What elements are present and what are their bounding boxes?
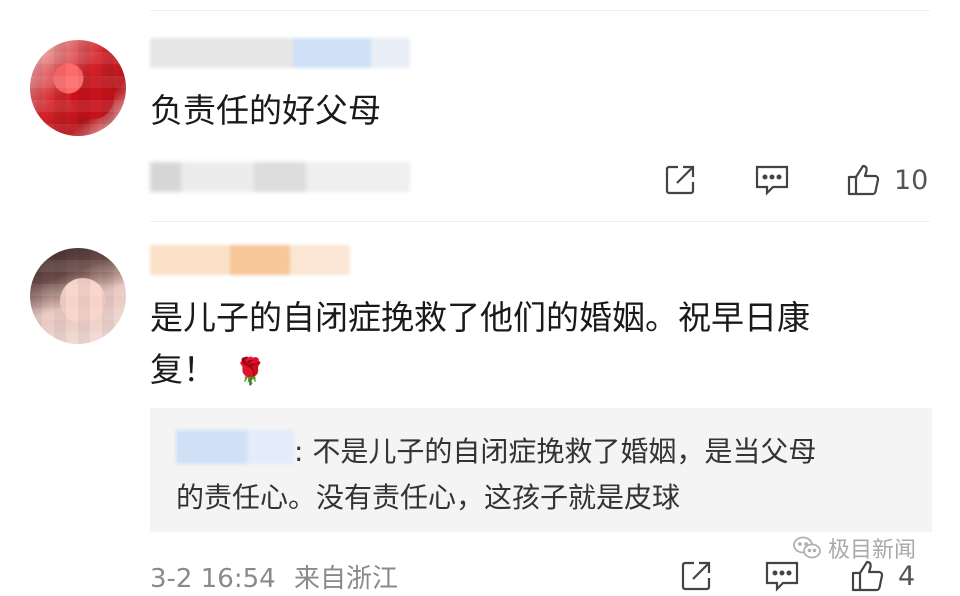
comment-icon[interactable]	[752, 160, 792, 200]
comment-actions: 10	[660, 160, 928, 200]
reply-username-blurred[interactable]	[176, 430, 294, 464]
timestamp: 3-2 16:54	[150, 564, 276, 594]
avatar[interactable]	[30, 40, 126, 136]
comment-text-line2: 复！ 🌹	[150, 345, 266, 397]
comment-actions: 4	[676, 556, 915, 596]
rose-emoji: 🌹	[234, 356, 267, 387]
comment-text: 负责任的好父母	[150, 91, 381, 130]
reply-text: : 不是儿子的自闭症挽救了婚姻，是当父母	[294, 435, 817, 468]
comment-icon[interactable]	[762, 556, 802, 596]
like-count: 4	[898, 560, 916, 592]
like-count: 10	[894, 164, 929, 196]
comment-meta: 3-2 16:54 来自浙江	[150, 558, 398, 595]
comment-text: 是儿子的自闭症挽救了他们的婚姻。祝早日康	[150, 298, 810, 337]
like-icon[interactable]	[844, 160, 884, 200]
comment-text-continued: 复！	[150, 350, 216, 389]
top-divider	[150, 10, 930, 11]
reply-text-line2: 的责任心。没有责任心，这孩子就是皮球	[176, 481, 681, 514]
share-icon[interactable]	[660, 160, 700, 200]
like-icon[interactable]	[848, 556, 888, 596]
divider	[150, 221, 930, 222]
avatar[interactable]	[30, 248, 126, 344]
username-blurred[interactable]	[150, 38, 410, 68]
comment-meta-blurred: meta	[150, 162, 410, 192]
location: 来自浙江	[293, 564, 398, 594]
share-icon[interactable]	[676, 556, 716, 596]
username-blurred[interactable]	[150, 245, 350, 275]
reply-box[interactable]: : 不是儿子的自闭症挽救了婚姻，是当父母 的责任心。没有责任心，这孩子就是皮球	[150, 408, 932, 532]
